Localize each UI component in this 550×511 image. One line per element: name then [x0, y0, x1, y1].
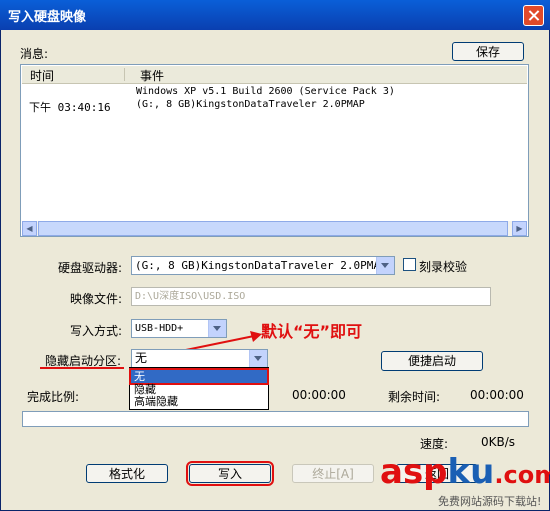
chevron-down-icon[interactable] — [249, 350, 267, 367]
dropdown-option-high-hide[interactable]: 高端隐藏 — [131, 395, 267, 408]
event-time: 下午 03:40:16 — [29, 101, 111, 114]
remaining-time: 00:00:00 — [470, 388, 524, 402]
message-list[interactable]: 时间 事件 Windows XP v5.1 Build 2600 (Servic… — [20, 64, 529, 237]
watermark-tagline: 免费网站源码下载站! — [438, 495, 542, 508]
drive-select[interactable]: (G:, 8 GB)KingstonDataTraveler 2.0PMAP — [131, 256, 395, 275]
scroll-right-icon[interactable]: ▶ — [512, 221, 527, 236]
write-button[interactable]: 写入 — [186, 461, 274, 486]
annotation-text: 默认“无”即可 — [261, 322, 363, 341]
scroll-thumb[interactable] — [38, 221, 508, 236]
drive-value: (G:, 8 GB)KingstonDataTraveler 2.0PMAP — [135, 259, 387, 272]
write-mode-label: 写入方式: — [70, 324, 123, 338]
title-bar: 写入硬盘映像 — [0, 0, 550, 30]
elapsed-time: 00:00:00 — [292, 388, 346, 402]
completion-label: 完成比例: — [27, 390, 80, 404]
dropdown-option-none[interactable]: 无 — [129, 368, 269, 385]
hidden-partition-dropdown[interactable]: 无 隐藏 高端隐藏 — [129, 367, 269, 410]
remaining-label: 剩余时间: — [388, 390, 441, 404]
list-header: 时间 事件 — [22, 66, 527, 84]
progress-bar — [22, 411, 529, 427]
horizontal-scrollbar[interactable]: ◀ ▶ — [22, 221, 527, 236]
image-file-label: 映像文件: — [70, 292, 123, 306]
chevron-down-icon[interactable] — [376, 257, 394, 274]
drive-label: 硬盘驱动器: — [58, 261, 123, 275]
watermark-asp: asp — [380, 452, 448, 492]
column-header-event[interactable]: 事件 — [140, 67, 164, 84]
image-file-field[interactable]: D:\U深度ISO\USD.ISO — [131, 287, 491, 306]
window-title: 写入硬盘映像 — [8, 10, 87, 25]
column-header-time[interactable]: 时间 — [30, 67, 54, 84]
verify-checkbox[interactable] — [403, 258, 416, 271]
close-button[interactable] — [523, 5, 544, 26]
format-button[interactable]: 格式化 — [86, 464, 168, 483]
watermark-ku: ku — [447, 452, 495, 492]
messages-label: 消息: — [20, 47, 49, 61]
save-button[interactable]: 保存 — [452, 42, 524, 61]
event-text-line2: (G:, 8 GB)KingstonDataTraveler 2.0PMAP — [136, 99, 365, 110]
hidden-partition-value: 无 — [135, 351, 148, 365]
watermark-logo: aspku.com — [380, 454, 550, 493]
quick-boot-button[interactable]: 便捷启动 — [381, 351, 483, 371]
verify-label: 刻录校验 — [419, 260, 468, 274]
speed-label: 速度: — [420, 437, 449, 451]
watermark-com: .com — [494, 461, 550, 489]
underline-annotation — [40, 367, 124, 369]
hidden-partition-select[interactable]: 无 — [131, 349, 268, 368]
scroll-left-icon[interactable]: ◀ — [22, 221, 37, 236]
column-separator — [124, 68, 125, 81]
event-text-line1: Windows XP v5.1 Build 2600 (Service Pack… — [136, 86, 395, 97]
stop-button[interactable]: 终止[A] — [292, 464, 374, 483]
speed-value: 0KB/s — [481, 435, 516, 449]
